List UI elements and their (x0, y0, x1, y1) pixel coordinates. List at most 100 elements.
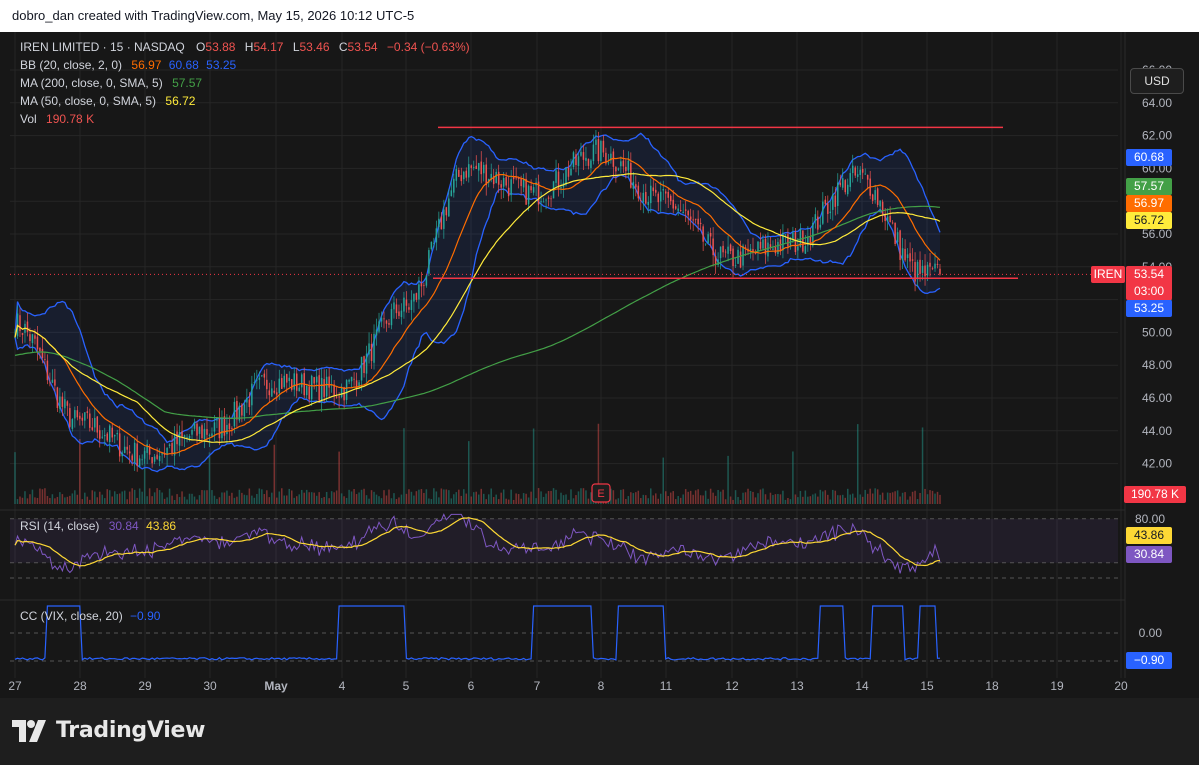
candle-body (707, 234, 709, 244)
candle-body (69, 408, 71, 427)
candle-body (856, 174, 859, 177)
candle-body (774, 246, 777, 254)
candle-body (640, 200, 642, 202)
volume-bar (226, 490, 228, 504)
candle-body (804, 246, 807, 254)
volume-bar (660, 493, 662, 504)
volume-bar (615, 499, 617, 504)
vol-label[interactable]: Vol (20, 112, 37, 126)
cc-legend[interactable]: CC (VIX, close, 20) −0.90 (20, 609, 160, 623)
candle-body (443, 209, 445, 229)
ma200-legend[interactable]: MA (200, close, 0, SMA, 5) 57.57 (20, 76, 202, 90)
candle-body (719, 246, 722, 259)
candle-body (390, 309, 393, 326)
low-value: 53.46 (299, 40, 330, 54)
candle-body (261, 375, 263, 377)
volume-bar (281, 488, 283, 504)
candle-body (106, 433, 109, 441)
volume-bar (797, 497, 799, 504)
volume-bar (939, 494, 941, 504)
volume-bar (46, 495, 49, 504)
volume-bar (273, 444, 276, 504)
volume-bar (495, 494, 497, 504)
chart-area[interactable]: E 66.0064.0062.0060.0058.0056.0054.0052.… (0, 32, 1199, 698)
volume-bar (241, 492, 243, 504)
volume-bar (448, 490, 450, 504)
volume-bar (24, 491, 26, 504)
volume-bar (405, 493, 408, 504)
candle-body (348, 379, 350, 382)
volume-bar (929, 490, 931, 504)
bb-mid-value: 56.97 (131, 58, 162, 72)
candle-body (846, 184, 849, 195)
candle-body (328, 376, 330, 388)
chart-canvas[interactable]: E 66.0064.0062.0060.0058.0056.0054.0052.… (0, 32, 1199, 698)
ma50-legend[interactable]: MA (50, close, 0, SMA, 5) 56.72 (20, 94, 195, 108)
volume-bar (807, 496, 809, 504)
volume-bar (228, 495, 231, 504)
candle-body (288, 377, 291, 382)
volume-bar (752, 491, 754, 504)
volume-bar (645, 495, 647, 504)
volume-bar (146, 496, 148, 504)
volume-bar (562, 495, 565, 504)
rsi-label[interactable]: RSI (14, close) (20, 519, 99, 533)
volume-bar (385, 495, 388, 504)
candle-body (507, 187, 510, 197)
volume-bar (61, 494, 64, 504)
tradingview-logo[interactable]: TradingView (12, 718, 205, 743)
rsi-tag: 30.84 (1126, 546, 1172, 563)
candle-body (834, 195, 837, 207)
candle-body (143, 451, 146, 459)
volume-bar (151, 496, 153, 504)
volume-bar (161, 492, 163, 504)
candle-body (281, 378, 283, 389)
cc-pane (10, 577, 1118, 662)
candle-body (495, 171, 497, 183)
candle-body (136, 443, 138, 467)
candle-body (921, 265, 924, 273)
symbol-legend[interactable]: IREN LIMITED · 15 · NASDAQ O53.88 H54.17… (20, 40, 470, 54)
volume-bar (772, 495, 774, 504)
candle-body (310, 375, 313, 400)
time-label: 5 (403, 679, 410, 693)
bb-label[interactable]: BB (20, close, 2, 0) (20, 58, 122, 72)
candle-body (587, 158, 590, 166)
volume-bar (881, 492, 884, 504)
volume-bar (79, 439, 81, 504)
currency-button[interactable]: USD (1130, 68, 1184, 94)
time-label: 19 (1050, 679, 1064, 693)
candle-body (340, 387, 343, 398)
vol-legend[interactable]: Vol 190.78 K (20, 112, 94, 126)
volume-bar (891, 492, 894, 504)
volume-bar (655, 493, 657, 504)
volume-bar (156, 488, 158, 504)
volume-bar (876, 489, 879, 504)
volume-bar (859, 494, 861, 504)
candle-body (832, 194, 834, 210)
time-label: 20 (1114, 679, 1128, 693)
ma200-label[interactable]: MA (200, close, 0, SMA, 5) (20, 76, 163, 90)
volume-bar (201, 490, 203, 504)
bb-legend[interactable]: BB (20, close, 2, 0) 56.97 60.68 53.25 (20, 58, 236, 72)
volume-bar (121, 491, 123, 504)
candle-body (842, 178, 844, 188)
candle-body (655, 189, 657, 193)
volume-bar (153, 492, 156, 504)
volume-bar (737, 497, 739, 504)
volume-bar (657, 498, 660, 504)
volume-bar (238, 489, 241, 504)
candle-body (794, 232, 797, 253)
volume-bar (822, 491, 824, 504)
volume-bar (492, 497, 495, 504)
cc-label[interactable]: CC (VIX, close, 20) (20, 609, 123, 623)
footer: TradingView (0, 698, 1199, 765)
countdown-tag: 03:00 (1126, 283, 1172, 300)
candle-body (555, 170, 557, 183)
candle-body (602, 140, 605, 153)
symbol-name[interactable]: IREN LIMITED · 15 · NASDAQ (20, 40, 185, 54)
ma50-label[interactable]: MA (50, close, 0, SMA, 5) (20, 94, 156, 108)
rsi-legend[interactable]: RSI (14, close) 30.84 43.86 (20, 519, 176, 533)
candle-body (595, 139, 597, 145)
volume-bar (804, 490, 807, 504)
